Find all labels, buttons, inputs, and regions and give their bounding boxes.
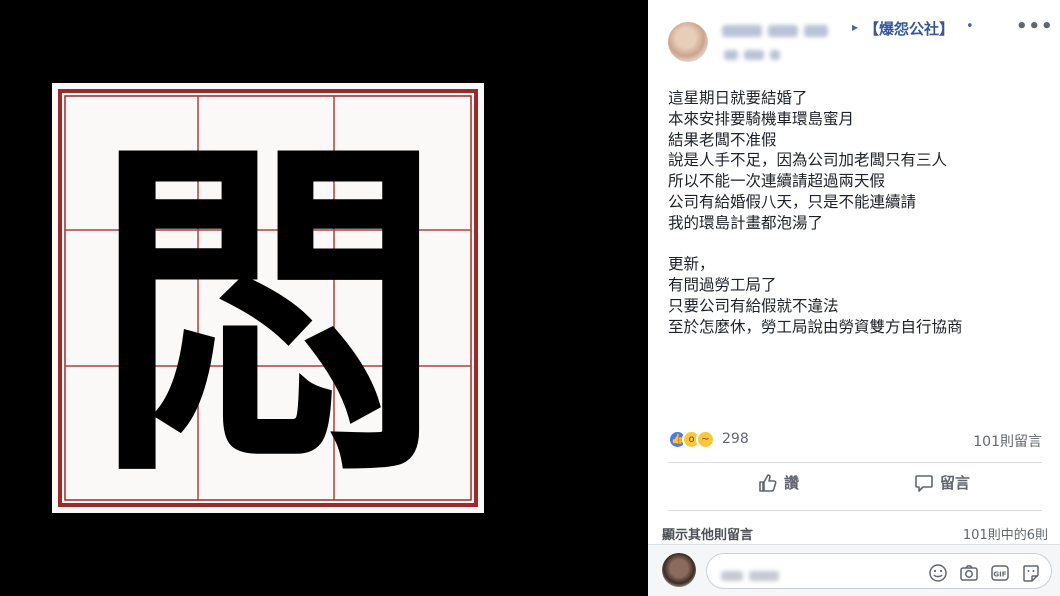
post-text-line: 我的環島計畫都泡湯了 <box>668 213 824 232</box>
blurred-text <box>744 49 764 60</box>
comment-label: 留言 <box>940 474 971 492</box>
post-text-line: 本來安排要騎機車環島蜜月 <box>668 109 855 128</box>
user-avatar[interactable] <box>662 553 696 587</box>
comment-count[interactable]: 101則留言 <box>973 431 1042 451</box>
blurred-text <box>768 24 798 37</box>
blurred-text <box>721 570 743 581</box>
sticker-icon[interactable] <box>1021 563 1041 583</box>
author-avatar[interactable] <box>668 22 708 62</box>
svg-text:GIF: GIF <box>993 570 1006 578</box>
post-panel: ▸ 【爆怨公社】 • ••• 這星期日就要結婚了 本來安排要騎機車環島蜜月 結果… <box>648 0 1060 596</box>
post-text-line: 所以不能一次連續請超過兩天假 <box>668 172 886 191</box>
blurred-text <box>749 570 779 581</box>
post-text-line: 說是人手不足，因為公司加老闆只有三人 <box>668 151 948 170</box>
separator-dot: • <box>966 19 974 34</box>
camera-icon[interactable] <box>959 563 979 583</box>
thumbs-up-icon <box>759 473 777 492</box>
author-name-blurred[interactable] <box>722 20 852 37</box>
post-text-line: 至於怎麼休，勞工局說由勞資雙方自行協商 <box>668 317 963 336</box>
view-more-comments-link[interactable]: 顯示其他則留言 <box>662 524 753 543</box>
calligraphy-character: 悶 <box>93 106 443 513</box>
blurred-text <box>724 49 738 60</box>
blurred-text <box>722 24 762 37</box>
comment-composer: GIF <box>648 544 1060 596</box>
sad-icon: ~ <box>696 430 715 449</box>
calligraphy-grid-svg: 悶 <box>52 83 484 513</box>
divider <box>668 462 1042 463</box>
post-text-line: 更新， <box>668 255 715 274</box>
post-image-panel[interactable]: 悶 <box>0 0 648 596</box>
comment-input[interactable]: GIF <box>706 553 1052 589</box>
reactions-summary[interactable]: 👍 o ~ 298 101則留言 <box>668 430 1042 450</box>
group-name-link[interactable]: 【爆怨公社】 <box>864 18 954 39</box>
post-text-line: 有問過勞工局了 <box>668 276 777 295</box>
comment-icon <box>915 474 933 492</box>
emoji-icon[interactable] <box>928 563 948 583</box>
comments-pager: 101則中的6則 <box>962 528 1048 543</box>
post-text-line: 這星期日就要結婚了 <box>668 89 808 107</box>
calligraphy-grid-image[interactable]: 悶 <box>52 83 484 513</box>
like-label: 讚 <box>784 474 800 492</box>
action-bar: 讚 留言 <box>668 468 1042 504</box>
post-text: 這星期日就要結婚了 本來安排要騎機車環島蜜月 結果老闆不准假 說是人手不足，因為… <box>668 88 1048 338</box>
like-button[interactable]: 讚 <box>758 472 799 500</box>
post-text-line: 公司有給婚假八天，只是不能連續請 <box>668 192 917 211</box>
divider <box>668 510 1042 511</box>
arrow-icon: ▸ <box>852 20 859 34</box>
comment-button[interactable]: 留言 <box>914 472 970 500</box>
post-text-line: 結果老闆不准假 <box>668 130 777 149</box>
blurred-text <box>804 24 828 37</box>
gif-icon[interactable]: GIF <box>990 563 1010 583</box>
blurred-text <box>770 49 780 60</box>
more-options-icon[interactable]: ••• <box>1016 16 1054 37</box>
post-time-blurred[interactable] <box>724 44 814 60</box>
reaction-count[interactable]: 298 <box>722 431 749 447</box>
comments-bar: 顯示其他則留言 101則中的6則 <box>662 524 1048 543</box>
composer-icons: GIF <box>922 562 1041 582</box>
post-text-gap <box>668 234 1048 255</box>
comment-placeholder-blurred <box>721 565 791 581</box>
post-header: ▸ 【爆怨公社】 • ••• <box>648 0 1060 70</box>
post-text-line: 只要公司有給假就不違法 <box>668 296 839 315</box>
